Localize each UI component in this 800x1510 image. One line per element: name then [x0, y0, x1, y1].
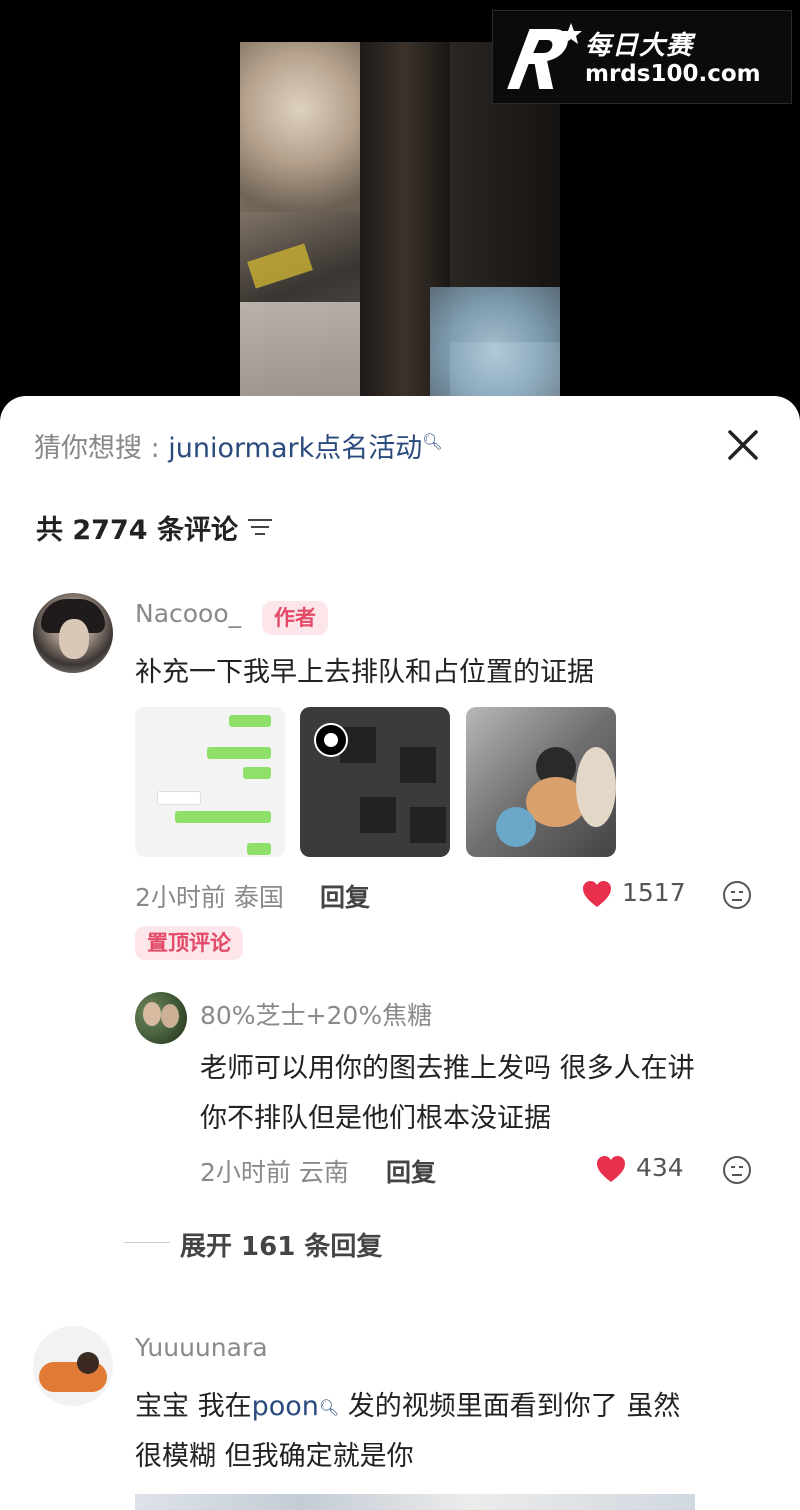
pinned-badge: 置顶评论: [135, 926, 243, 960]
reply-text-line-2: 你不排队但是他们根本没证据: [200, 1103, 551, 1134]
comment-image-crowd[interactable]: [466, 707, 616, 857]
emoji-react-icon[interactable]: [722, 880, 752, 910]
comment-username[interactable]: Yuuuunara: [135, 1333, 268, 1362]
watermark: 每日大赛 mrds100.com: [492, 10, 792, 104]
comment-text-part: 宝宝 我在: [135, 1391, 252, 1422]
like-count: 434: [636, 1153, 684, 1182]
comment-image-partial[interactable]: [135, 1494, 695, 1510]
avatar-face: [143, 1002, 161, 1026]
comment-sheet: 猜你想搜 : juniormark点名活动🔍︎ 共 2774 条评论 Nacoo…: [0, 396, 800, 1510]
video-floor-tape: [247, 243, 313, 289]
comment-username[interactable]: Nacooo_: [135, 599, 241, 628]
search-icon: 🔍︎: [422, 432, 443, 451]
comment-time-location: 2小时前 泰国: [135, 883, 284, 912]
comment-image-chat-screenshot[interactable]: [135, 707, 285, 857]
comment-text-line-2: 很模糊 但我确定就是你: [135, 1441, 414, 1472]
video-player[interactable]: 每日大赛 mrds100.com: [0, 0, 800, 412]
avatar[interactable]: [33, 1326, 113, 1406]
comment-text-line-1: 宝宝 我在poon🔍︎ 发的视频里面看到你了 虽然: [135, 1384, 680, 1423]
watermark-logo-icon: [507, 23, 582, 89]
inline-search-term[interactable]: poon: [252, 1391, 319, 1422]
avatar-head: [77, 1352, 99, 1374]
reply-avatar[interactable]: [135, 992, 187, 1044]
reply-button[interactable]: 回复: [320, 878, 370, 914]
comment-count: 共 2774 条评论: [36, 515, 238, 546]
search-icon: 🔍︎: [318, 1398, 340, 1417]
search-suggestion[interactable]: 猜你想搜 : juniormark点名活动🔍︎: [34, 426, 443, 465]
video-blue-object: [430, 287, 560, 412]
comment-text-part: 发的视频里面看到你了 虽然: [339, 1391, 681, 1422]
expand-replies-button[interactable]: 展开 161 条回复: [180, 1226, 382, 1263]
heart-icon[interactable]: [582, 880, 612, 908]
inline-search-link[interactable]: poon🔍︎: [252, 1391, 340, 1422]
live-photo-icon: [314, 723, 348, 757]
avatar[interactable]: [33, 593, 113, 673]
reply-time-location: 2小时前 云南: [200, 1158, 349, 1187]
avatar-face: [59, 619, 89, 659]
reply-button[interactable]: 回复: [386, 1153, 436, 1189]
divider: [124, 1242, 170, 1243]
watermark-url: mrds100.com: [585, 61, 761, 87]
watermark-name: 每日大赛: [585, 31, 694, 61]
emoji-react-icon[interactable]: [722, 1155, 752, 1185]
reply-text-line-1: 老师可以用你的图去推上发吗 很多人在讲: [200, 1053, 695, 1084]
close-icon[interactable]: [722, 424, 764, 466]
reply-username[interactable]: 80%芝士+20%焦糖: [200, 996, 432, 1032]
suggest-prefix: 猜你想搜 :: [34, 433, 169, 464]
heart-icon[interactable]: [596, 1155, 626, 1183]
sort-filter-icon[interactable]: [246, 514, 274, 540]
avatar-face: [161, 1004, 179, 1028]
comment-image-floor[interactable]: [300, 707, 450, 857]
like-count: 1517: [622, 878, 686, 907]
suggest-term[interactable]: juniormark点名活动: [168, 433, 422, 464]
author-badge: 作者: [262, 601, 328, 635]
comment-text: 补充一下我早上去排队和占位置的证据: [135, 657, 594, 688]
